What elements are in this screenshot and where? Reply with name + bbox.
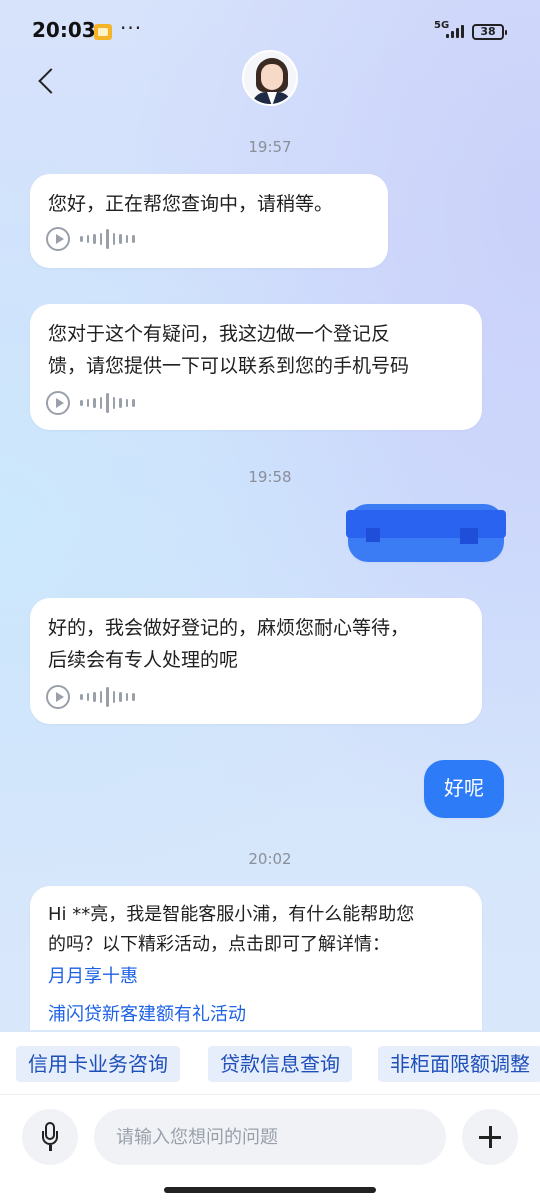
- play-icon[interactable]: [46, 685, 70, 709]
- status-bar: 20:03 ··· 5G 38: [0, 0, 540, 56]
- waveform-icon: [80, 687, 135, 707]
- message-line: 馈，请您提供一下可以联系到您的手机号码: [48, 355, 410, 377]
- message-line: 好的，我会做好登记的，麻烦您耐心等待，: [48, 617, 410, 639]
- voice-input-button[interactable]: [22, 1109, 78, 1165]
- message-line: 后续会有专人处理的呢: [48, 649, 239, 671]
- quick-reply-chip[interactable]: 信用卡业务咨询: [16, 1046, 180, 1082]
- bot-message: 好的，我会做好登记的，麻烦您耐心等待， 后续会有专人处理的呢: [30, 598, 482, 724]
- user-message: 好呢: [424, 760, 504, 818]
- message-line: 您对于这个有疑问，我这边做一个登记反: [48, 323, 391, 345]
- agent-avatar[interactable]: [242, 50, 298, 106]
- user-message-redacted: [346, 504, 506, 562]
- waveform-icon: [80, 393, 135, 413]
- back-button[interactable]: [30, 64, 66, 100]
- timestamp: 19:57: [248, 138, 292, 156]
- bot-message: 您好，正在帮您查询中，请稍等。: [30, 174, 388, 268]
- message-line: 的吗？以下精彩活动，点击即可了解详情：: [48, 934, 390, 955]
- microphone-icon: [42, 1122, 58, 1152]
- voice-player[interactable]: [46, 226, 135, 252]
- chat-area[interactable]: 19:57 您好，正在帮您查询中，请稍等。 您对于这个有疑问，我这边做一个登记反…: [0, 120, 540, 1030]
- voice-player[interactable]: [46, 684, 135, 710]
- signal-icon: [446, 24, 468, 38]
- more-options-button[interactable]: [462, 1109, 518, 1165]
- home-indicator[interactable]: [164, 1187, 376, 1193]
- quick-reply-bar[interactable]: 信用卡业务咨询 贷款信息查询 非柜面限额调整: [0, 1032, 540, 1094]
- activity-link[interactable]: 月月享十惠: [48, 962, 464, 992]
- more-notifications-icon: ···: [120, 16, 143, 40]
- chat-header: [0, 50, 540, 120]
- message-line: Hi **亮，我是智能客服小浦，有什么能帮助您: [48, 904, 415, 925]
- input-bar: [0, 1094, 540, 1200]
- battery-icon: 38: [472, 24, 507, 40]
- quick-reply-chip[interactable]: 非柜面限额调整: [378, 1046, 540, 1082]
- status-time: 20:03: [32, 18, 96, 42]
- voice-player[interactable]: [46, 390, 135, 416]
- activity-link[interactable]: 浦闪贷新客建额有礼活动: [48, 1000, 464, 1030]
- waveform-icon: [80, 229, 135, 249]
- message-text: 您好，正在帮您查询中，请稍等。: [48, 193, 334, 215]
- timestamp: 19:58: [248, 468, 292, 486]
- message-input[interactable]: [94, 1109, 446, 1165]
- notification-icon: [94, 24, 112, 40]
- play-icon[interactable]: [46, 391, 70, 415]
- timestamp: 20:02: [248, 850, 292, 868]
- bot-welcome-message: Hi **亮，我是智能客服小浦，有什么能帮助您 的吗？以下精彩活动，点击即可了解…: [30, 886, 482, 1030]
- play-icon[interactable]: [46, 227, 70, 251]
- bot-message: 您对于这个有疑问，我这边做一个登记反 馈，请您提供一下可以联系到您的手机号码: [30, 304, 482, 430]
- quick-reply-chip[interactable]: 贷款信息查询: [208, 1046, 352, 1082]
